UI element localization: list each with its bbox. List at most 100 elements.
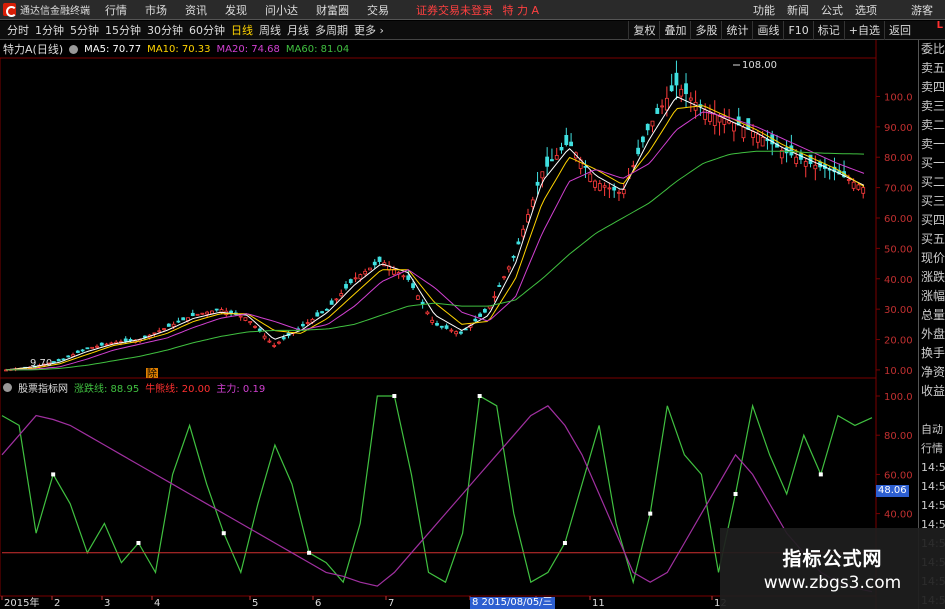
candle-up <box>588 173 593 182</box>
quote-label: 14:50 <box>921 480 945 493</box>
login-status: 证券交易未登录 特 力 A <box>416 2 539 18</box>
candle-down <box>181 317 186 321</box>
gear-icon[interactable] <box>69 44 79 54</box>
signal-marker <box>818 472 823 477</box>
price-axis: 100.0 90.00 80.00 70.00 60.00 50.00 40.00 30.00… <box>876 92 913 377</box>
tab-60min[interactable]: 60分钟 <box>186 22 228 38</box>
menu-item-xinwen[interactable]: 新闻 <box>781 2 815 18</box>
stock-name: 特 力 A <box>502 3 540 17</box>
candle-up <box>621 189 626 195</box>
candle-down <box>75 350 80 353</box>
candle-up <box>679 88 684 97</box>
candle-up <box>607 187 612 190</box>
candle-down <box>411 283 415 289</box>
chart-area[interactable]: 100.0 90.00 80.00 70.00 60.00 50.00 40.00 30.00… <box>0 40 945 609</box>
candle-up <box>554 155 559 160</box>
menu-item-gongshi[interactable]: 公式 <box>815 2 849 18</box>
gear-icon[interactable] <box>3 382 12 392</box>
guest-button[interactable]: 游客 <box>911 2 933 18</box>
candle-up <box>717 115 722 123</box>
tool-huaxian-button[interactable]: 画线 <box>752 21 783 40</box>
candle-up <box>803 161 808 167</box>
quote-label: 收益 <box>921 384 945 398</box>
candle-down <box>516 241 521 245</box>
price-tick-label: 10.00 <box>884 366 913 377</box>
tab-monthly[interactable]: 月线 <box>284 22 312 38</box>
menu-item-zixun[interactable]: 资讯 <box>176 2 216 18</box>
candle-up <box>703 109 708 120</box>
candle-down <box>636 147 641 155</box>
candle-up <box>334 298 339 301</box>
candle-down <box>123 338 128 342</box>
menu-item-caifuquan[interactable]: 财富圈 <box>307 2 358 18</box>
tab-30min[interactable]: 30分钟 <box>144 22 186 38</box>
candle-up <box>846 179 851 181</box>
signal-marker <box>51 472 56 477</box>
candle-up <box>363 270 368 275</box>
tool-add-watchlist-button[interactable]: +自选 <box>843 21 884 40</box>
tab-daily[interactable]: 日线 <box>228 22 256 38</box>
tool-back-button[interactable]: 返回 <box>884 21 915 40</box>
candle-down <box>435 323 439 326</box>
candle-down <box>324 308 329 311</box>
low-price-label: 9.70 <box>30 358 52 369</box>
price-tick-label: 90.00 <box>884 123 913 134</box>
tab-more[interactable]: 更多 › <box>351 22 387 38</box>
menu-item-faxian[interactable]: 发现 <box>216 2 256 18</box>
menu-item-gongneng[interactable]: 功能 <box>747 2 781 18</box>
candle-up <box>305 322 310 324</box>
menu-item-shichang[interactable]: 市场 <box>136 2 176 18</box>
tab-5min[interactable]: 5分钟 <box>67 22 102 38</box>
candle-up <box>262 335 267 339</box>
indicator-legend: 股票指标网 涨跌线: 88.95 牛熊线: 20.00 主力: 0.19 <box>3 380 271 395</box>
quote-label: 卖四 <box>921 80 945 94</box>
tool-tongji-button[interactable]: 统计 <box>721 21 752 40</box>
app-logo: 通达信金融终端 <box>0 0 96 20</box>
login-status-text: 证券交易未登录 <box>416 3 493 17</box>
legend-ma20: MA20: 74.68 <box>216 43 280 55</box>
candle-down <box>348 279 353 284</box>
quote-label: 卖三 <box>921 99 945 113</box>
quote-label: 委比 <box>921 42 945 56</box>
quote-label: 14:50 <box>921 461 945 474</box>
crosshair-date-label: 8 2015/08/05/三 <box>470 597 555 609</box>
ma-line-ma60 <box>6 150 865 371</box>
indicator-title: 股票指标网 <box>18 383 68 395</box>
candle-up <box>593 180 597 188</box>
candle-up <box>597 183 602 191</box>
tool-fuquan-button[interactable]: 复权 <box>628 21 659 40</box>
candle-up <box>741 126 746 139</box>
sub-tick-label: 100.0 <box>884 392 913 403</box>
candle-up <box>755 133 760 143</box>
menu-item-wenxiaoda[interactable]: 问小达 <box>256 2 307 18</box>
tool-f10-button[interactable]: F10 <box>783 21 812 40</box>
candle-up <box>851 181 856 189</box>
tool-biaoji-button[interactable]: 标记 <box>812 21 844 40</box>
chart-tools: 复权 叠加 多股 统计 画线 F10 标记 +自选 返回 <box>628 21 915 40</box>
menu-item-hangqing[interactable]: 行情 <box>96 2 136 18</box>
menu-item-xuanxiang[interactable]: 选项 <box>849 2 883 18</box>
tab-multi-period[interactable]: 多周期 <box>312 22 351 38</box>
tab-weekly[interactable]: 周线 <box>256 22 284 38</box>
menu-item-jiaoyi[interactable]: 交易 <box>358 2 398 18</box>
tool-duogu-button[interactable]: 多股 <box>690 21 721 40</box>
tab-fenshi[interactable]: 分时 <box>4 22 32 38</box>
candle-down <box>497 285 502 287</box>
tab-15min[interactable]: 15分钟 <box>102 22 144 38</box>
candle-up <box>104 343 109 346</box>
candle-up <box>861 187 866 194</box>
candle-up <box>195 313 200 316</box>
tool-diejia-button[interactable]: 叠加 <box>659 21 690 40</box>
tab-1min[interactable]: 1分钟 <box>32 22 67 38</box>
watermark-title: 指标公式网 <box>782 548 883 570</box>
candle-down <box>85 347 90 350</box>
high-price-label: 108.00 <box>742 60 777 71</box>
candle-down <box>377 256 382 262</box>
candlesticks <box>4 60 866 372</box>
candle-down <box>315 312 320 317</box>
candle-down <box>482 309 487 313</box>
candle-up <box>238 315 243 318</box>
candle-down <box>281 337 286 340</box>
candle-up <box>760 137 765 147</box>
candle-down <box>439 325 444 328</box>
